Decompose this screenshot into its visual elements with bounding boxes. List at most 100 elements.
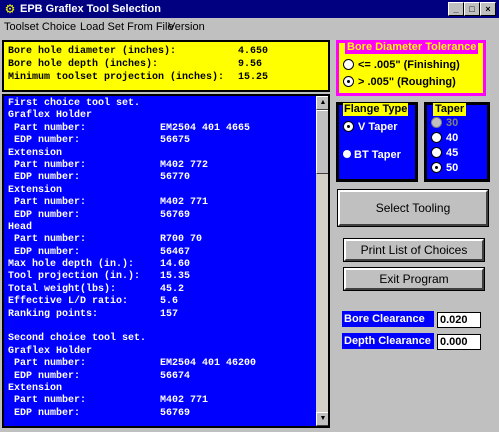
list-item: Tool projection (in.): 15.35 <box>8 271 314 283</box>
list-item: Second choice tool set. <box>8 333 314 345</box>
list-item: Head <box>8 222 314 234</box>
radio-icon[interactable] <box>431 117 442 128</box>
list-item-value: EM2504 401 46200 <box>160 358 257 370</box>
bore-summary-box: Bore hole diameter (inches): 4.650 Bore … <box>2 40 330 92</box>
list-item-label: Extension <box>8 382 63 394</box>
list-item-label: Part number: <box>8 122 87 134</box>
flange-v-taper-option[interactable]: V Taper <box>343 121 398 134</box>
list-item: Part number: M402 771 <box>8 197 314 209</box>
scroll-down-icon[interactable]: ▼ <box>316 412 328 426</box>
radio-selected-icon[interactable] <box>431 162 442 173</box>
bore-clearance-field[interactable]: 0.020 <box>437 312 481 328</box>
list-item-label: Part number: <box>8 395 87 407</box>
list-item: EDP number: 56675 <box>8 135 314 147</box>
list-item-value: 56770 <box>160 172 191 184</box>
list-item-value: 56769 <box>160 407 191 419</box>
list-item-label: Part number: <box>8 159 87 171</box>
list-item: EDP number: 56467 <box>8 247 314 259</box>
list-item-value: 5.6 <box>160 296 179 308</box>
menu-load-set[interactable]: Load Set From File <box>80 21 174 33</box>
list-item-value: 56675 <box>160 135 191 147</box>
menu-toolset-choice[interactable]: Toolset Choice <box>4 21 76 33</box>
list-item: Part number: M402 771 <box>8 395 314 407</box>
depth-clearance-label: Depth Clearance <box>342 333 434 349</box>
list-item-label: Extension <box>8 184 63 196</box>
summary-label-depth: Bore hole depth (inches): <box>8 59 159 70</box>
list-item: Graflex Holder <box>8 110 314 122</box>
taper-group: Taper 30 40 45 50 <box>424 102 490 182</box>
list-item-value: M402 772 <box>160 159 209 171</box>
print-list-button[interactable]: Print List of Choices <box>343 238 485 262</box>
list-item-label: Effective L/D ratio: <box>8 296 129 308</box>
list-item: First choice tool set. <box>8 98 314 110</box>
vertical-scrollbar[interactable]: ▲ ▼ <box>316 96 328 426</box>
tolerance-roughing-option[interactable]: > .005" (Roughing) <box>343 76 456 89</box>
select-tooling-button[interactable]: Select Tooling <box>337 189 489 227</box>
window-title: EPB Graflex Tool Selection <box>20 3 161 15</box>
list-item: Max hole depth (in.): 14.60 <box>8 259 314 271</box>
list-item: Total weight(lbs): 45.2 <box>8 284 314 296</box>
flange-bt-taper-option[interactable]: BT Taper <box>343 149 401 162</box>
menu-bar: Toolset Choice Load Set From File Versio… <box>0 18 499 38</box>
taper-30-option[interactable]: 30 <box>431 117 458 130</box>
close-button[interactable]: × <box>480 2 496 16</box>
list-item-label: Part number: <box>8 197 87 209</box>
list-item: Extension <box>8 148 314 160</box>
list-item-value: 56769 <box>160 209 191 221</box>
menu-version[interactable]: Version <box>168 21 205 33</box>
flange-type-title: Flange Type <box>343 103 409 116</box>
list-item <box>8 321 314 333</box>
list-item-value: R700 70 <box>160 234 203 246</box>
list-item-label: EDP number: <box>8 135 81 147</box>
list-item: EDP number: 56674 <box>8 371 314 383</box>
list-item-value: 14.60 <box>160 259 191 271</box>
scroll-thumb[interactable] <box>316 110 328 174</box>
taper-50-option[interactable]: 50 <box>431 162 458 175</box>
list-item-label: EDP number: <box>8 246 81 258</box>
exit-program-button[interactable]: Exit Program <box>343 267 485 291</box>
summary-value-diameter: 4.650 <box>238 46 269 57</box>
list-item-label: Extension <box>8 147 63 159</box>
maximize-button[interactable]: □ <box>464 2 480 16</box>
list-item-label: Max hole depth (in.): <box>8 259 135 271</box>
minimize-button[interactable]: _ <box>448 2 464 16</box>
taper-title: Taper <box>433 103 467 116</box>
taper-45-option[interactable]: 45 <box>431 147 458 160</box>
list-item-label: EDP number: <box>8 209 81 221</box>
list-item: Effective L/D ratio: 5.6 <box>8 296 314 308</box>
list-item-value: 56674 <box>160 370 191 382</box>
list-item-label: Graflex Holder <box>8 345 93 357</box>
list-item-value: 15.35 <box>160 271 191 283</box>
list-item-value: M402 771 <box>160 197 209 209</box>
tool-icon[interactable]: ⚙ <box>3 2 17 16</box>
tool-results-list[interactable]: First choice tool set. Graflex Holder Par… <box>2 94 330 428</box>
list-item: Ranking points: 157 <box>8 309 314 321</box>
depth-clearance-field[interactable]: 0.000 <box>437 334 481 350</box>
radio-icon[interactable] <box>431 147 442 158</box>
taper-40-option[interactable]: 40 <box>431 132 458 145</box>
results-content: First choice tool set. Graflex Holder Par… <box>8 98 314 420</box>
list-item-value: M402 771 <box>160 395 209 407</box>
list-item-value: EM2504 401 4665 <box>160 122 251 134</box>
scroll-up-icon[interactable]: ▲ <box>316 96 328 110</box>
radio-selected-icon[interactable] <box>343 76 354 87</box>
list-item: EDP number: 56770 <box>8 172 314 184</box>
radio-icon[interactable] <box>343 59 354 70</box>
list-item-label: EDP number: <box>8 407 81 419</box>
summary-value-projection: 15.25 <box>238 72 269 83</box>
list-item-label: Total weight(lbs): <box>8 283 117 295</box>
radio-icon[interactable] <box>431 132 442 143</box>
title-bar: ⚙ EPB Graflex Tool Selection _ □ × <box>0 0 499 18</box>
tolerance-finishing-option[interactable]: <= .005" (Finishing) <box>343 59 460 72</box>
radio-selected-icon[interactable] <box>343 121 354 132</box>
list-item-label: EDP number: <box>8 370 81 382</box>
list-item-value: 157 <box>160 308 179 320</box>
list-item: Part number: EM2504 401 4665 <box>8 123 314 135</box>
list-item-value: 56467 <box>160 246 191 258</box>
list-item: Part number: R700 70 <box>8 234 314 246</box>
list-item: Part number: EM2504 401 46200 <box>8 358 314 370</box>
bore-clearance-label: Bore Clearance <box>342 311 434 327</box>
bore-tolerance-title: Bore Diameter Tolerance <box>345 41 479 54</box>
list-item-label: Head <box>8 221 33 233</box>
radio-icon[interactable] <box>343 150 351 158</box>
